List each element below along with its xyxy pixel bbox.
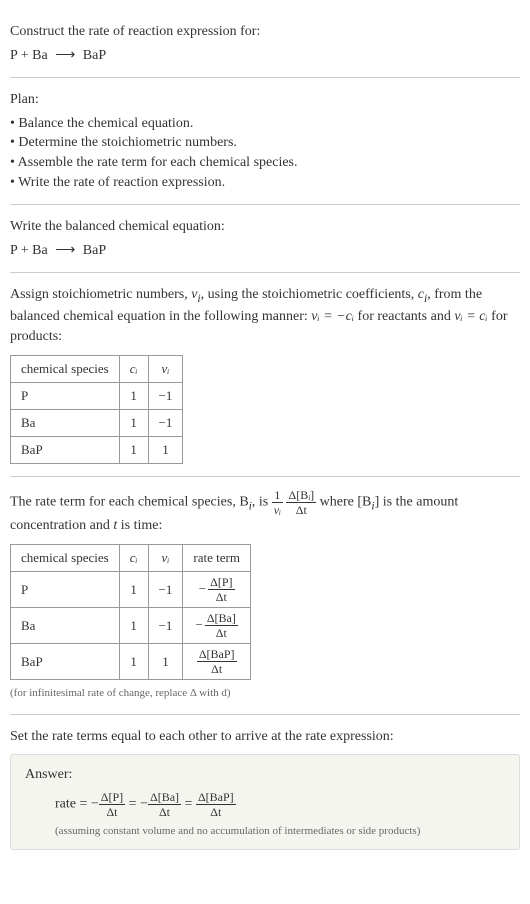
final-section: Set the rate terms equal to each other t… — [10, 715, 520, 863]
td-c: 1 — [119, 608, 148, 644]
plan-item: • Determine the stoichiometric numbers. — [10, 133, 520, 153]
intro-equation: P + Ba ⟶ BaP — [10, 46, 520, 66]
table-header-row: chemical species cᵢ νᵢ — [11, 355, 183, 382]
nu-eq-c: νᵢ = cᵢ — [454, 309, 487, 324]
table-row: P 1 −1 — [11, 382, 183, 409]
eq-right: BaP — [83, 243, 106, 258]
th-c: cᵢ — [119, 545, 148, 572]
plan-section: Plan: • Balance the chemical equation. •… — [10, 78, 520, 205]
td-rate-term: Δ[BaP]Δt — [183, 644, 251, 680]
eq-sign: = — [129, 796, 140, 811]
td-species: P — [11, 572, 120, 608]
neg-sign: − — [140, 796, 148, 811]
eq-right: BaP — [83, 48, 106, 63]
table-row: Ba 1 −1 — [11, 410, 183, 437]
td-rate-term: −Δ[Ba]Δt — [183, 608, 251, 644]
rateterm-text: The rate term for each chemical species,… — [10, 489, 520, 536]
frac-dB-dt: Δ[Bᵢ]Δt — [286, 489, 316, 516]
th-species: chemical species — [11, 355, 120, 382]
td-nu: −1 — [148, 410, 183, 437]
neg-sign: − — [199, 581, 206, 596]
table-row: BaP 1 1 — [11, 437, 183, 464]
answer-equation: rate = −Δ[P]Δt = −Δ[Ba]Δt = Δ[BaP]Δt — [55, 791, 505, 818]
td-rate-term: −Δ[P]Δt — [183, 572, 251, 608]
plan-list: • Balance the chemical equation. • Deter… — [10, 114, 520, 192]
nu-i: νi — [191, 287, 200, 302]
td-c: 1 — [119, 382, 148, 409]
td-c: 1 — [119, 644, 148, 680]
stoich-section: Assign stoichiometric numbers, νi, using… — [10, 273, 520, 477]
text: Assign stoichiometric numbers, — [10, 287, 191, 302]
plan-item: • Balance the chemical equation. — [10, 114, 520, 134]
answer-label: Answer: — [25, 765, 505, 785]
rate-label: rate = — [55, 796, 91, 811]
td-nu: −1 — [148, 572, 183, 608]
text: , is — [252, 495, 272, 510]
table-header-row: chemical species cᵢ νᵢ rate term — [11, 545, 251, 572]
text: for reactants and — [354, 309, 454, 324]
arrow-icon: ⟶ — [55, 46, 75, 66]
table-row: Ba 1 −1 −Δ[Ba]Δt — [11, 608, 251, 644]
stoich-table: chemical species cᵢ νᵢ P 1 −1 Ba 1 −1 Ba… — [10, 355, 183, 465]
rate-frac: Δ[P]Δt — [208, 576, 234, 603]
balanced-label: Write the balanced chemical equation: — [10, 217, 520, 237]
frac-1-over-nu: 1νᵢ — [272, 489, 283, 516]
th-nu: νᵢ — [148, 355, 183, 382]
neg-sign: − — [91, 796, 99, 811]
rateterm-section: The rate term for each chemical species,… — [10, 477, 520, 714]
plan-item: • Write the rate of reaction expression. — [10, 173, 520, 193]
neg-sign: − — [195, 617, 202, 632]
table-row: P 1 −1 −Δ[P]Δt — [11, 572, 251, 608]
rate-frac: Δ[Ba]Δt — [205, 612, 238, 639]
text: , using the stoichiometric coefficients, — [201, 287, 418, 302]
td-c: 1 — [119, 437, 148, 464]
text: is time: — [117, 518, 162, 533]
balanced-section: Write the balanced chemical equation: P … — [10, 205, 520, 273]
th-nu: νᵢ — [148, 545, 183, 572]
td-nu: 1 — [148, 644, 183, 680]
td-nu: −1 — [148, 608, 183, 644]
text: where [B — [320, 495, 372, 510]
td-species: BaP — [11, 437, 120, 464]
plan-item: • Assemble the rate term for each chemic… — [10, 153, 520, 173]
table-row: BaP 1 1 Δ[BaP]Δt — [11, 644, 251, 680]
td-species: P — [11, 382, 120, 409]
td-species: Ba — [11, 608, 120, 644]
intro-section: Construct the rate of reaction expressio… — [10, 10, 520, 78]
th-rate-term: rate term — [183, 545, 251, 572]
td-nu: 1 — [148, 437, 183, 464]
balanced-equation: P + Ba ⟶ BaP — [10, 241, 520, 261]
td-species: Ba — [11, 410, 120, 437]
eq-left: P + Ba — [10, 243, 48, 258]
rateterm-table: chemical species cᵢ νᵢ rate term P 1 −1 … — [10, 544, 251, 680]
answer-box: Answer: rate = −Δ[P]Δt = −Δ[Ba]Δt = Δ[Ba… — [10, 754, 520, 850]
rate-frac-bap: Δ[BaP]Δt — [196, 791, 236, 818]
rate-frac-p: Δ[P]Δt — [99, 791, 125, 818]
intro-prompt: Construct the rate of reaction expressio… — [10, 22, 520, 42]
eq-left: P + Ba — [10, 48, 48, 63]
final-label: Set the rate terms equal to each other t… — [10, 727, 520, 747]
arrow-icon: ⟶ — [55, 241, 75, 261]
th-species: chemical species — [11, 545, 120, 572]
plan-label: Plan: — [10, 90, 520, 110]
rate-frac-ba: Δ[Ba]Δt — [148, 791, 181, 818]
stoich-text: Assign stoichiometric numbers, νi, using… — [10, 285, 520, 346]
text: The rate term for each chemical species,… — [10, 495, 249, 510]
nu-eq-neg-c: νᵢ = −cᵢ — [311, 309, 354, 324]
rate-frac: Δ[BaP]Δt — [197, 648, 237, 675]
eq-sign: = — [185, 796, 196, 811]
c-i: ci — [418, 287, 427, 302]
rateterm-note: (for infinitesimal rate of change, repla… — [10, 686, 520, 701]
td-nu: −1 — [148, 382, 183, 409]
answer-note: (assuming constant volume and no accumul… — [55, 824, 505, 839]
td-c: 1 — [119, 572, 148, 608]
th-c: cᵢ — [119, 355, 148, 382]
td-c: 1 — [119, 410, 148, 437]
td-species: BaP — [11, 644, 120, 680]
